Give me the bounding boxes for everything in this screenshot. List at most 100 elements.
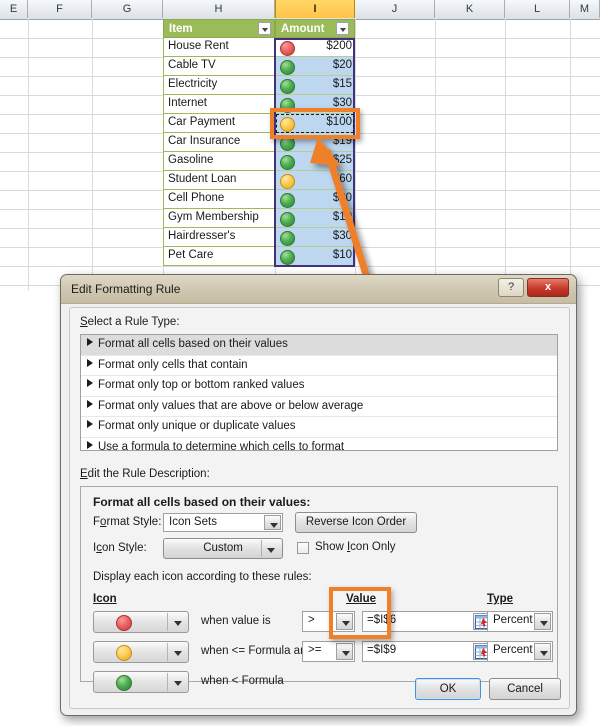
cell-item[interactable]: Electricity (163, 76, 275, 95)
ok-button[interactable]: OK (415, 678, 481, 700)
chevron-down-icon[interactable] (336, 643, 353, 660)
close-button[interactable]: x (527, 278, 569, 297)
format-style-select[interactable]: Icon Sets (163, 513, 283, 532)
yellow-circle-icon (116, 645, 132, 661)
cell-item[interactable]: Car Insurance (163, 133, 275, 152)
chevron-down-icon[interactable] (261, 540, 281, 557)
column-header-l[interactable]: L (505, 0, 570, 18)
column-header-g[interactable]: G (92, 0, 163, 18)
column-header-j[interactable]: J (355, 0, 435, 18)
chevron-down-icon[interactable] (168, 672, 188, 692)
table-header-row: Item Amount (163, 19, 355, 38)
rule-type-item[interactable]: Format only unique or duplicate values (81, 417, 557, 438)
chevron-down-icon[interactable] (534, 643, 551, 660)
cell-item[interactable]: Pet Care (163, 247, 275, 266)
rule-type-item[interactable]: Format only cells that contain (81, 356, 557, 376)
column-header-e[interactable]: E (0, 0, 28, 18)
chevron-down-icon[interactable] (168, 612, 188, 632)
table-row[interactable]: Cable TV $20 (163, 57, 355, 76)
show-icon-only-label: Show Icon Only (315, 541, 396, 553)
show-icon-only-checkbox[interactable] (297, 542, 309, 554)
cell-amount[interactable]: $25 (275, 152, 355, 171)
annotation-highlight-value-fields (329, 587, 391, 639)
cell-amount[interactable]: $10 (275, 209, 355, 228)
cell-amount[interactable]: $20 (275, 57, 355, 76)
format-style-label: Format Style: (93, 516, 162, 528)
cell-amount[interactable]: $60 (275, 171, 355, 190)
cell-item[interactable]: Cell Phone (163, 190, 275, 209)
cell-item[interactable]: Cable TV (163, 57, 275, 76)
cell-item[interactable]: House Rent (163, 38, 275, 57)
table-row[interactable]: Gym Membership $10 (163, 209, 355, 228)
red-circle-icon (280, 41, 295, 56)
cancel-button[interactable]: Cancel (489, 678, 561, 700)
icon-style-value: Custom (203, 542, 243, 554)
rule-type-label: Format only unique or duplicate values (98, 420, 296, 432)
triangle-right-icon (87, 440, 93, 449)
cell-item[interactable]: Hairdresser's (163, 228, 275, 247)
help-button[interactable]: ? (498, 278, 524, 297)
reverse-icon-order-button[interactable]: Reverse Icon Order (295, 512, 417, 533)
green-circle-icon (116, 675, 132, 691)
filter-dropdown-item-icon[interactable] (258, 22, 271, 35)
chevron-down-icon[interactable] (534, 613, 551, 630)
column-header-h[interactable]: H (163, 0, 275, 18)
grid-line (92, 19, 93, 290)
column-header-f[interactable]: F (28, 0, 92, 18)
table-row[interactable]: Hairdresser's $30 (163, 228, 355, 247)
table-row[interactable]: Pet Care $10 (163, 247, 355, 266)
operator-value: >= (308, 644, 322, 656)
table-row[interactable]: Electricity $15 (163, 76, 355, 95)
grid-line (505, 19, 506, 290)
green-circle-icon (280, 250, 295, 265)
table-row[interactable]: Gasoline $25 (163, 152, 355, 171)
cell-item[interactable]: Gasoline (163, 152, 275, 171)
operator-select[interactable]: >= (302, 641, 355, 662)
green-circle-icon (280, 79, 295, 94)
rule-type-item[interactable]: Format only top or bottom ranked values (81, 376, 557, 397)
filter-dropdown-amount-icon[interactable] (336, 22, 349, 35)
icon-style-select[interactable]: Custom (163, 538, 283, 559)
table-row[interactable]: Cell Phone $20 (163, 190, 355, 209)
grid-line (355, 19, 356, 290)
icon-select[interactable] (93, 611, 189, 633)
rule-type-item[interactable]: Format only values that are above or bel… (81, 397, 557, 417)
cell-amount[interactable]: $10 (275, 247, 355, 266)
dialog-titlebar[interactable]: Edit Formatting Rule ? x (61, 275, 576, 304)
value-input[interactable]: =$I$9 (362, 641, 495, 662)
column-header-i[interactable]: I (275, 0, 355, 18)
rule-description-panel: Format all cells based on their values: … (80, 486, 558, 693)
column-header-k[interactable]: K (435, 0, 505, 18)
table-row[interactable]: House Rent $200 (163, 38, 355, 57)
cell-item[interactable]: Car Payment (163, 114, 275, 133)
type-value: Percent (493, 614, 533, 626)
grid-line (435, 19, 436, 290)
cell-amount[interactable]: $200 (275, 38, 355, 57)
green-circle-icon (280, 155, 295, 170)
table-body[interactable]: House Rent $200 Cable TV $20 Electricity $15 I… (163, 38, 355, 266)
edit-formatting-rule-dialog[interactable]: Edit Formatting Rule ? x Select a Rule T… (60, 274, 577, 716)
column-header-m[interactable]: M (570, 0, 600, 18)
format-style-value: Icon Sets (169, 516, 217, 528)
table-row[interactable]: Student Loan $60 (163, 171, 355, 190)
icon-rule-condition: when < Formula (201, 675, 284, 687)
rule-type-list[interactable]: Format all cells based on their values Fo… (80, 334, 558, 451)
cell-item[interactable]: Internet (163, 95, 275, 114)
rule-type-item[interactable]: Use a formula to determine which cells t… (81, 438, 557, 450)
spreadsheet-grid[interactable]: EFGHIJKLM Item Amount House Rent $200 Cabl… (0, 0, 600, 290)
icon-rule-condition: when <= Formula and (201, 645, 313, 657)
type-select[interactable]: Percent (487, 611, 553, 632)
value-text: =$I$9 (367, 644, 397, 656)
icon-select[interactable] (93, 671, 189, 693)
triangle-right-icon (87, 338, 93, 346)
chevron-down-icon[interactable] (168, 642, 188, 662)
chevron-down-icon[interactable] (264, 515, 281, 530)
cell-amount[interactable]: $15 (275, 76, 355, 95)
cell-item[interactable]: Gym Membership (163, 209, 275, 228)
cell-amount[interactable]: $30 (275, 228, 355, 247)
cell-item[interactable]: Student Loan (163, 171, 275, 190)
type-select[interactable]: Percent (487, 641, 553, 662)
cell-amount[interactable]: $20 (275, 190, 355, 209)
icon-select[interactable] (93, 641, 189, 663)
rule-type-item[interactable]: Format all cells based on their values (81, 335, 557, 356)
